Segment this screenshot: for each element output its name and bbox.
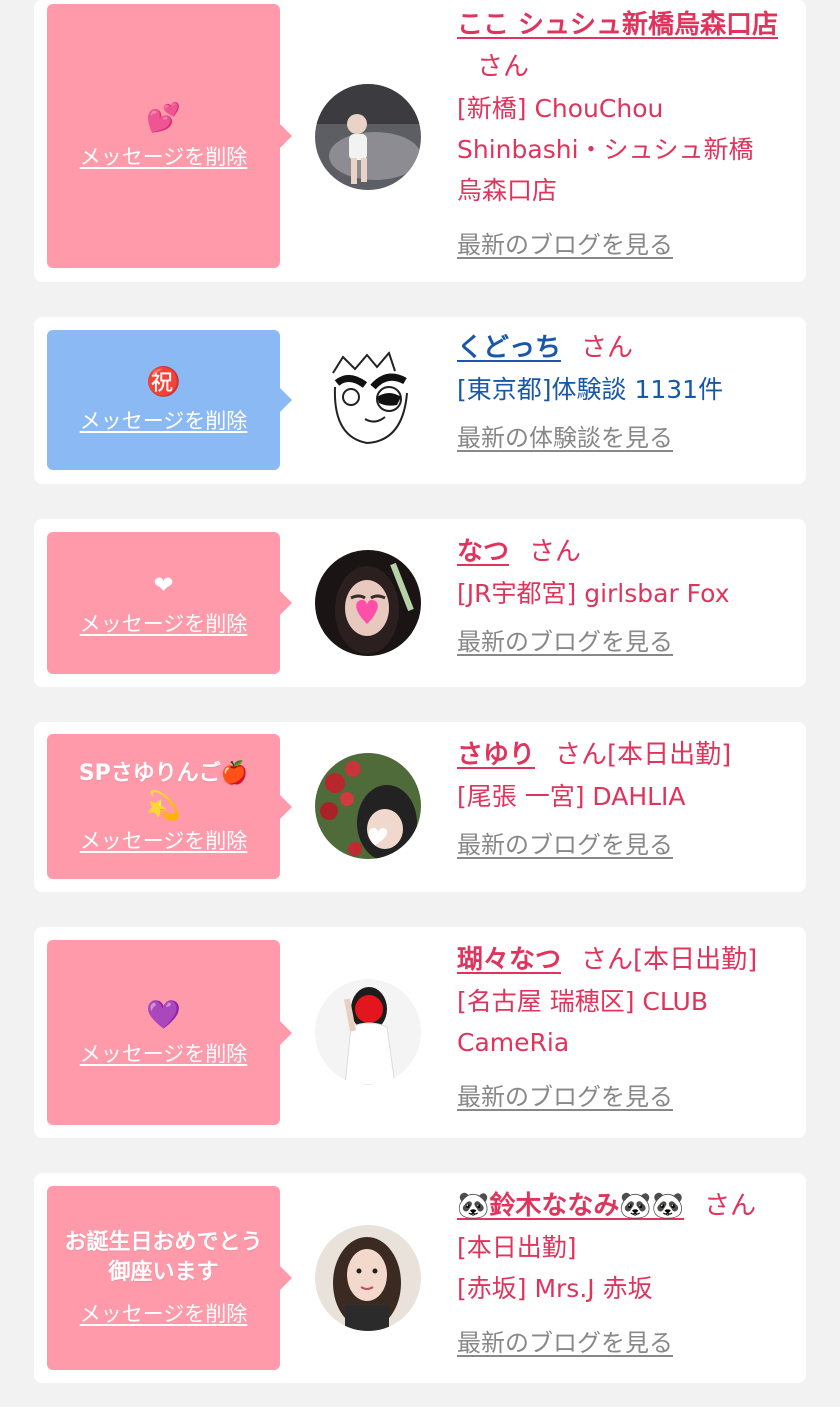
user-info: くどっち さん [東京都]体験談 1131件 最新の体験談を見る <box>457 327 797 453</box>
avatar[interactable] <box>315 550 421 656</box>
message-bubble: 💜 メッセージを削除 <box>47 940 292 1125</box>
user-suffix: さん[本日出勤] <box>555 740 732 770</box>
shop-line: [JR宇都宮] girlsbar Fox <box>457 579 730 608</box>
user-suffix: さん <box>581 333 634 363</box>
message-bubble: 💕 メッセージを削除 <box>47 4 292 268</box>
message-bubble: ㊗️ メッセージを削除 <box>47 330 292 470</box>
user-name-link[interactable]: さゆり <box>457 740 535 770</box>
avatar[interactable] <box>315 979 421 1085</box>
avatar[interactable] <box>315 753 421 859</box>
user-name-link[interactable]: ここ シュシュ新橋烏森口店 <box>457 10 778 40</box>
message-bubble: お誕生日おめでとう御座います メッセージを削除 <box>47 1186 292 1370</box>
delete-message-link[interactable]: メッセージを削除 <box>80 608 248 638</box>
user-info: 瑚々なつ さん[本日出勤] [名古屋 瑞穂区] CLUB CameRia 最新のブ… <box>457 939 797 1112</box>
delete-message-link[interactable]: メッセージを削除 <box>80 825 248 855</box>
shop-line: CameRia <box>457 1028 570 1057</box>
favorite-card: ㊗️ メッセージを削除 くどっち さん [東京都]体験談 1131件 最新の体験談… <box>34 317 806 484</box>
latest-review-link[interactable]: 最新の体験談を見る <box>457 418 673 453</box>
delete-message-link[interactable]: メッセージを削除 <box>80 1038 248 1068</box>
shop-line: [名古屋 瑞穂区] CLUB <box>457 987 708 1016</box>
shop-line: [東京都]体験談 1131件 <box>457 375 724 404</box>
user-info: なつ さん [JR宇都宮] girlsbar Fox 最新のブログを見る <box>457 531 797 657</box>
message-bubble: SPさゆりんご🍎 💫 メッセージを削除 <box>47 734 292 879</box>
avatar[interactable] <box>315 1225 421 1331</box>
delete-message-link[interactable]: メッセージを削除 <box>80 141 248 171</box>
avatar[interactable] <box>315 84 421 190</box>
favorite-card: お誕生日おめでとう御座います メッセージを削除 🐼鈴木ななみ🐼🐼 さん [本日出勤… <box>34 1173 806 1383</box>
shop-line: 烏森口店 <box>457 176 558 205</box>
user-info: 🐼鈴木ななみ🐼🐼 さん [本日出勤] [赤坂] Mrs.J 赤坂 最新のブログを見… <box>457 1185 797 1358</box>
user-suffix: さん[本日出勤] <box>581 945 758 975</box>
delete-message-link[interactable]: メッセージを削除 <box>80 405 248 435</box>
message-bubble: ❤ メッセージを削除 <box>47 532 292 674</box>
message-emoji: ❤ <box>153 571 174 599</box>
shop-line: [尾張 一宮] DAHLIA <box>457 782 686 811</box>
shop-line: [本日出勤] <box>457 1233 577 1262</box>
delete-message-link[interactable]: メッセージを削除 <box>80 1298 248 1328</box>
user-name-link[interactable]: くどっち <box>457 333 561 363</box>
latest-blog-link[interactable]: 最新のブログを見る <box>457 225 673 260</box>
message-emoji: 💫 <box>146 788 181 822</box>
user-suffix: さん <box>704 1191 757 1221</box>
user-name-link[interactable]: 🐼鈴木ななみ🐼🐼 <box>457 1191 684 1221</box>
shop-line: [新橋] ChouChou <box>457 94 664 123</box>
shop-line: [赤坂] Mrs.J 赤坂 <box>457 1274 653 1303</box>
message-emoji: ㊗️ <box>146 365 181 398</box>
message-text: SPさゆりんご🍎 <box>78 760 249 786</box>
message-text: お誕生日おめでとう御座います <box>64 1230 263 1285</box>
latest-blog-link[interactable]: 最新のブログを見る <box>457 622 673 657</box>
latest-blog-link[interactable]: 最新のブログを見る <box>457 1323 673 1358</box>
latest-blog-link[interactable]: 最新のブログを見る <box>457 1077 673 1112</box>
user-info: さゆり さん[本日出勤] [尾張 一宮] DAHLIA 最新のブログを見る <box>457 734 797 860</box>
favorite-card: 💜 メッセージを削除 瑚々なつ さん[本日出勤] [名古屋 瑞穂区] CLUB C… <box>34 927 806 1138</box>
avatar[interactable] <box>315 347 421 453</box>
favorite-card: 💕 メッセージを削除 ここ シュシュ新橋烏森口店さん [新橋] ChouChou… <box>34 0 806 282</box>
message-emoji: 💕 <box>146 101 181 134</box>
user-name-link[interactable]: なつ <box>457 537 509 567</box>
shop-line: Shinbashi・シュシュ新橋 <box>457 135 754 164</box>
latest-blog-link[interactable]: 最新のブログを見る <box>457 825 673 860</box>
favorite-card: SPさゆりんご🍎 💫 メッセージを削除 さゆり さん[本日出勤] [尾張 一宮] … <box>34 722 806 892</box>
user-suffix: さん <box>477 52 530 82</box>
user-name-link[interactable]: 瑚々なつ <box>457 945 561 975</box>
message-emoji: 💜 <box>146 997 181 1031</box>
user-suffix: さん <box>529 537 582 567</box>
user-info: ここ シュシュ新橋烏森口店さん [新橋] ChouChou Shinbashi・… <box>457 4 797 260</box>
favorite-card: ❤ メッセージを削除 なつ さん [JR宇都宮] girlsbar Fox 最新の… <box>34 519 806 687</box>
